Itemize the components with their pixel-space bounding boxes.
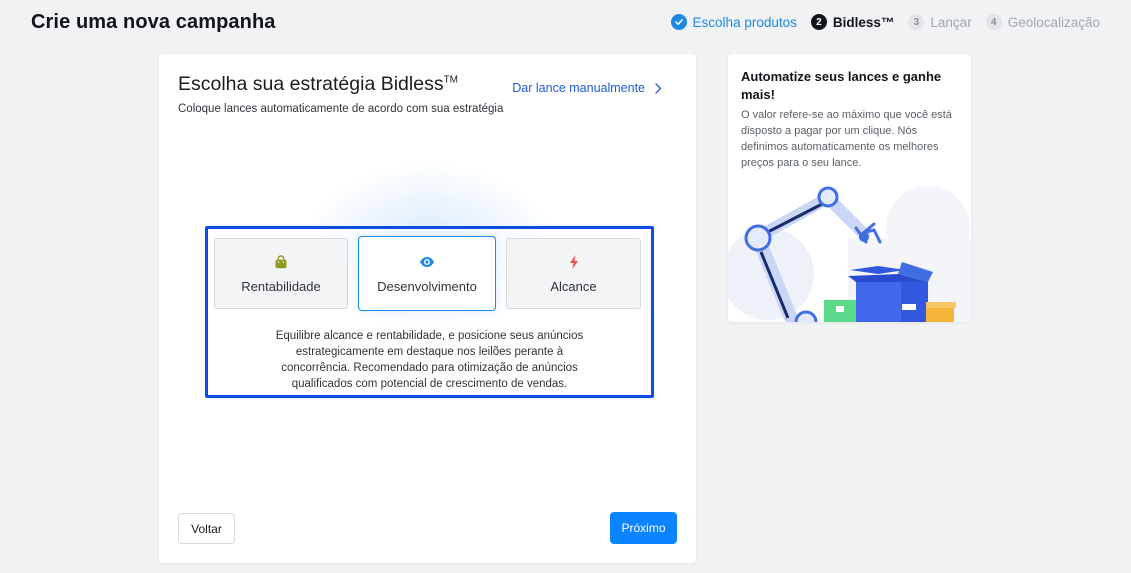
step-label: Lançar bbox=[930, 14, 972, 30]
step-number: 4 bbox=[985, 14, 1002, 30]
page: Crie uma nova campanha Escolha produtos … bbox=[0, 0, 1131, 573]
robot-arm-illustration-icon bbox=[728, 186, 971, 322]
option-label: Desenvolvimento bbox=[377, 278, 477, 294]
chevron-right-icon bbox=[655, 82, 662, 94]
check-icon bbox=[670, 14, 687, 30]
option-label: Rentabilidade bbox=[241, 278, 321, 294]
option-alcance[interactable]: Alcance bbox=[506, 238, 641, 309]
option-rentabilidade[interactable]: Rentabilidade bbox=[214, 238, 348, 309]
strategy-options-box: Rentabilidade Desenvolvimento Alcance Eq… bbox=[205, 226, 654, 398]
trademark-mark: TM bbox=[443, 74, 459, 86]
strategy-card: Escolha sua estratégia BidlessTM Coloque… bbox=[159, 54, 696, 563]
strategy-options: Rentabilidade Desenvolvimento Alcance bbox=[214, 236, 643, 311]
strategy-subtitle: Coloque lances automaticamente de acordo… bbox=[178, 103, 504, 115]
step-lancar[interactable]: 3 Lançar bbox=[908, 14, 972, 30]
lightning-icon bbox=[569, 254, 578, 269]
info-title: Automatize seus lances e ganhe mais! bbox=[741, 69, 942, 102]
strategy-title: Escolha sua estratégia BidlessTM bbox=[178, 73, 458, 96]
back-button[interactable]: Voltar bbox=[178, 513, 235, 544]
option-label: Alcance bbox=[550, 278, 597, 294]
shopping-bag-icon bbox=[275, 254, 287, 268]
info-text: O valor refere-se ao máximo que você est… bbox=[741, 109, 952, 169]
page-title: Crie uma nova campanha bbox=[31, 11, 276, 33]
automation-info-card: Automatize seus lances e ganhe mais! O v… bbox=[728, 54, 971, 322]
eye-icon bbox=[420, 256, 434, 267]
step-label: Escolha produtos bbox=[692, 14, 797, 30]
campaign-stepper: Escolha produtos 2 Bidless™ 3 Lançar 4 G… bbox=[670, 14, 1100, 30]
next-button[interactable]: Próximo bbox=[610, 512, 677, 544]
step-bidless[interactable]: 2 Bidless™ bbox=[810, 14, 895, 30]
strategy-description: Equilibre alcance e rentabilidade, e pos… bbox=[275, 330, 584, 390]
step-label: Bidless™ bbox=[832, 14, 895, 30]
step-geolocalizacao[interactable]: 4 Geolocalização bbox=[985, 14, 1100, 30]
step-escolha-produtos[interactable]: Escolha produtos bbox=[670, 14, 797, 30]
option-desenvolvimento[interactable]: Desenvolvimento bbox=[358, 236, 496, 311]
strategy-title-text: Escolha sua estratégia Bidless bbox=[178, 73, 444, 95]
step-number: 3 bbox=[908, 14, 925, 30]
manual-bid-link[interactable]: Dar lance manualmente bbox=[512, 81, 662, 95]
manual-bid-link-label: Dar lance manualmente bbox=[512, 81, 645, 95]
step-label: Geolocalização bbox=[1007, 14, 1100, 30]
step-number: 2 bbox=[810, 14, 827, 30]
